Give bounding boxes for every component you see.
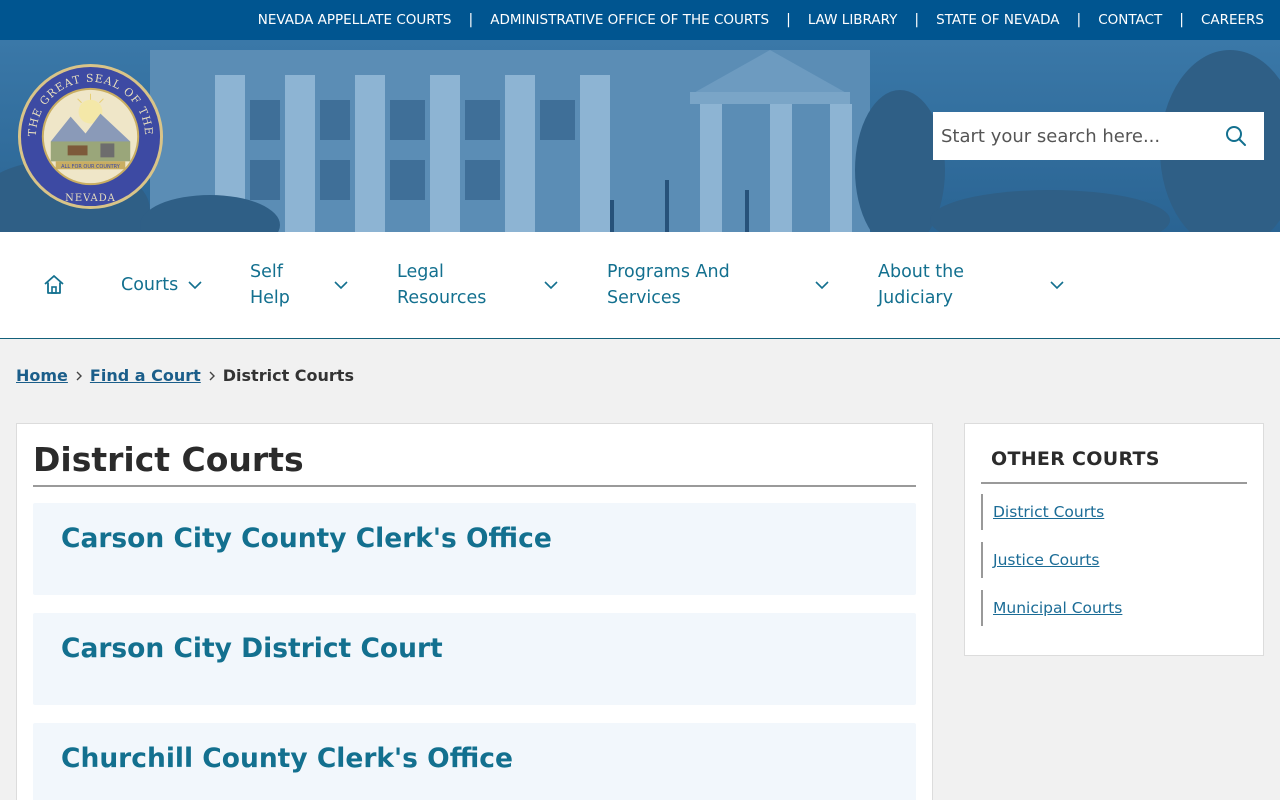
sidebar-link-justice-courts[interactable]: Justice Courts	[993, 551, 1100, 569]
court-link[interactable]: Churchill County Clerk's Office	[61, 743, 513, 774]
court-list-item: Carson City District Court	[33, 613, 916, 705]
nav-programs-label-line2: Services	[607, 288, 681, 308]
utility-link-appellate-courts[interactable]: NEVADA APPELLATE COURTS	[258, 12, 452, 28]
utility-bar: NEVADA APPELLATE COURTS | ADMINISTRATIVE…	[0, 0, 1280, 40]
nav-self-help-label-line2: Help	[250, 288, 290, 308]
site-search	[933, 112, 1264, 160]
seal-bottom-text: NEVADA	[65, 193, 116, 204]
nav-home[interactable]	[42, 232, 70, 338]
sidebar-title: OTHER COURTS	[981, 448, 1247, 484]
nav-legal-resources-label-line2: Resources	[397, 288, 487, 308]
nav-programs-and-services[interactable]: Programs And Services	[607, 232, 829, 338]
sidebar-link-municipal-courts[interactable]: Municipal Courts	[993, 599, 1122, 617]
court-list-item: Churchill County Clerk's Office	[33, 723, 916, 800]
utility-link-admin-office[interactable]: ADMINISTRATIVE OFFICE OF THE COURTS	[490, 12, 769, 28]
breadcrumb-home[interactable]: Home	[16, 366, 68, 385]
sidebar-item: Municipal Courts	[981, 590, 1247, 626]
main-content: District Courts Carson City County Clerk…	[16, 423, 933, 800]
nav-courts-label: Courts	[121, 275, 179, 295]
sidebar-link-district-courts[interactable]: District Courts	[993, 503, 1104, 521]
court-link[interactable]: Carson City County Clerk's Office	[61, 523, 552, 554]
header-banner: THE GREAT SEAL OF THE STATE OF NEVADA AL…	[0, 40, 1280, 232]
chevron-down-icon	[815, 281, 829, 290]
nav-legal-resources-label-line1: Legal	[397, 262, 444, 282]
main-navigation: Courts Self Help Legal Resources Program…	[0, 232, 1280, 339]
chevron-down-icon	[1050, 281, 1064, 290]
other-courts-sidebar: OTHER COURTS District Courts Justice Cou…	[964, 423, 1264, 656]
chevron-down-icon	[188, 281, 202, 290]
search-input[interactable]	[941, 125, 1216, 147]
nav-courts[interactable]: Courts	[121, 232, 202, 338]
seal-motto: ALL FOR OUR COUNTRY	[61, 164, 121, 170]
utility-link-contact[interactable]: CONTACT	[1098, 12, 1162, 28]
page-title: District Courts	[33, 426, 916, 487]
search-button[interactable]	[1216, 116, 1256, 156]
utility-separator: |	[914, 12, 920, 28]
chevron-right-icon	[74, 370, 84, 382]
chevron-right-icon	[207, 370, 217, 382]
nav-about-label-line2: Judiciary	[878, 288, 953, 308]
breadcrumb: Home Find a Court District Courts	[16, 366, 354, 385]
nav-self-help-label-line1: Self	[250, 262, 283, 282]
chevron-down-icon	[334, 281, 348, 290]
nav-self-help[interactable]: Self Help	[250, 232, 348, 338]
breadcrumb-current: District Courts	[222, 366, 354, 385]
sidebar-links: District Courts Justice Courts Municipal…	[981, 494, 1247, 626]
court-link[interactable]: Carson City District Court	[61, 633, 443, 664]
nav-about-label-line1: About the	[878, 262, 965, 282]
utility-link-state-of-nevada[interactable]: STATE OF NEVADA	[936, 12, 1059, 28]
utility-link-law-library[interactable]: LAW LIBRARY	[808, 12, 898, 28]
utility-separator: |	[468, 12, 474, 28]
utility-links: NEVADA APPELLATE COURTS | ADMINISTRATIVE…	[258, 12, 1264, 28]
search-icon	[1226, 126, 1246, 146]
nevada-state-seal-logo[interactable]: THE GREAT SEAL OF THE STATE OF NEVADA AL…	[16, 62, 165, 211]
nav-about-the-judiciary[interactable]: About the Judiciary	[878, 232, 1064, 338]
utility-link-careers[interactable]: CAREERS	[1201, 12, 1264, 28]
utility-separator: |	[786, 12, 791, 28]
sidebar-item: Justice Courts	[981, 542, 1247, 578]
chevron-down-icon	[544, 281, 558, 290]
utility-separator: |	[1076, 12, 1082, 28]
breadcrumb-find-a-court[interactable]: Find a Court	[90, 366, 201, 385]
court-list-item: Carson City County Clerk's Office	[33, 503, 916, 595]
home-icon	[44, 275, 64, 294]
nav-legal-resources[interactable]: Legal Resources	[397, 232, 558, 338]
nav-programs-label-line1: Programs And	[607, 262, 730, 282]
utility-separator: |	[1179, 12, 1184, 28]
sidebar-item: District Courts	[981, 494, 1247, 530]
